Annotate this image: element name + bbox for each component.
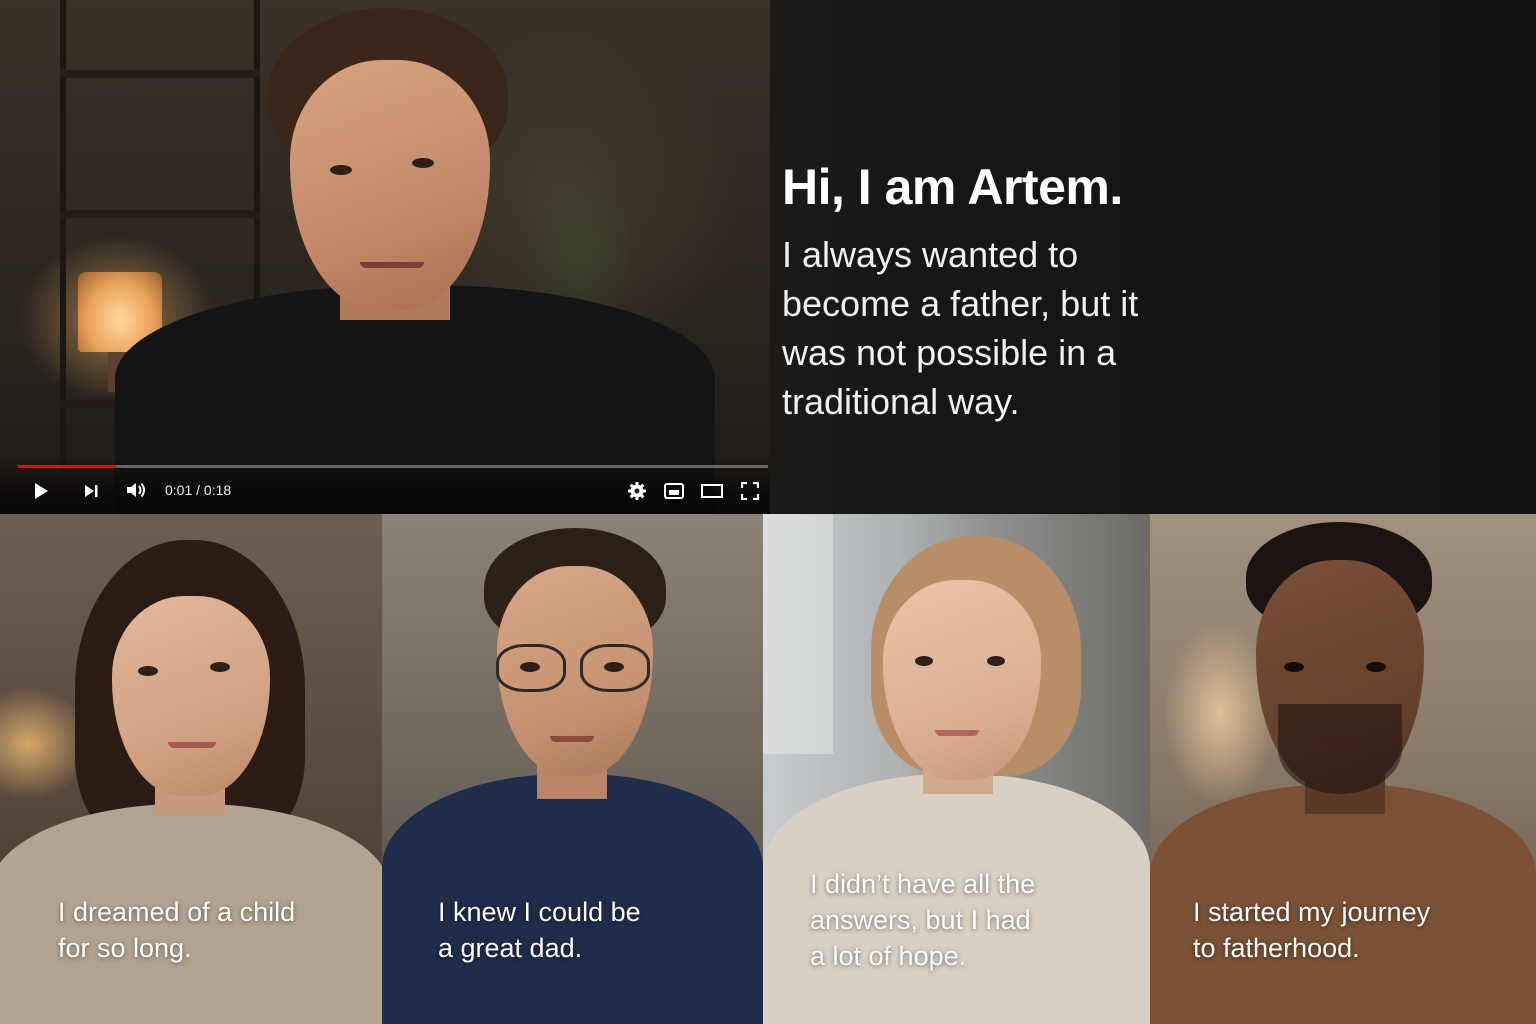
gear-icon	[628, 482, 646, 500]
theater-icon	[701, 484, 723, 498]
video-player[interactable]	[0, 0, 770, 514]
volume-icon	[127, 482, 145, 498]
fullscreen-button[interactable]	[739, 480, 761, 502]
miniplayer-icon	[664, 483, 684, 499]
time-total: 0:18	[203, 482, 232, 498]
card-caption: I knew I could be a great dad.	[438, 894, 641, 966]
time-display: 0:01 / 0:18	[165, 482, 231, 498]
hero-line: I always wanted to	[782, 234, 1079, 275]
testimonial-card-4[interactable]: I started my journey to fatherhood.	[1150, 514, 1536, 1024]
hero-line: traditional way.	[782, 381, 1020, 422]
theater-mode-button[interactable]	[700, 480, 724, 502]
time-separator: /	[192, 482, 204, 498]
play-button[interactable]	[30, 480, 52, 502]
caption-line: for so long.	[58, 933, 192, 963]
volume-button[interactable]	[124, 479, 148, 501]
play-icon	[35, 483, 48, 499]
hero-line: was not possible in a	[782, 332, 1117, 373]
progress-fill	[18, 465, 116, 468]
caption-line: I didn’t have all the	[810, 869, 1036, 899]
next-button[interactable]	[80, 480, 102, 502]
hero-line: become a father, but it	[782, 283, 1139, 324]
caption-line: I dreamed of a child	[58, 897, 296, 927]
hero-description: I always wanted to become a father, but …	[782, 230, 1202, 426]
hero-title: Hi, I am Artem.	[782, 159, 1123, 215]
testimonial-card-3[interactable]: I didn’t have all the answers, but I had…	[763, 514, 1150, 1024]
card-caption: I dreamed of a child for so long.	[58, 894, 295, 966]
caption-line: a great dad.	[438, 933, 583, 963]
video-person-artem	[0, 0, 770, 514]
caption-line: I started my journey	[1193, 897, 1431, 927]
next-icon	[85, 485, 98, 497]
caption-line: a lot of hope.	[810, 941, 967, 971]
progress-bar[interactable]	[18, 465, 768, 468]
testimonial-card-2[interactable]: I knew I could be a great dad.	[382, 514, 763, 1024]
caption-line: I knew I could be	[438, 897, 641, 927]
time-current: 0:01	[165, 482, 193, 498]
hero-section: 0:01 / 0:18 Hi, I am Artem. I always wan…	[0, 0, 1536, 514]
caption-line: answers, but I had	[810, 905, 1031, 935]
testimonial-card-1[interactable]: I dreamed of a child for so long.	[0, 514, 382, 1024]
card-caption: I started my journey to fatherhood.	[1193, 894, 1430, 966]
miniplayer-button[interactable]	[663, 480, 685, 502]
caption-line: to fatherhood.	[1193, 933, 1360, 963]
fullscreen-icon	[741, 482, 759, 500]
settings-button[interactable]	[626, 480, 648, 502]
card-caption: I didn’t have all the answers, but I had…	[810, 866, 1035, 974]
